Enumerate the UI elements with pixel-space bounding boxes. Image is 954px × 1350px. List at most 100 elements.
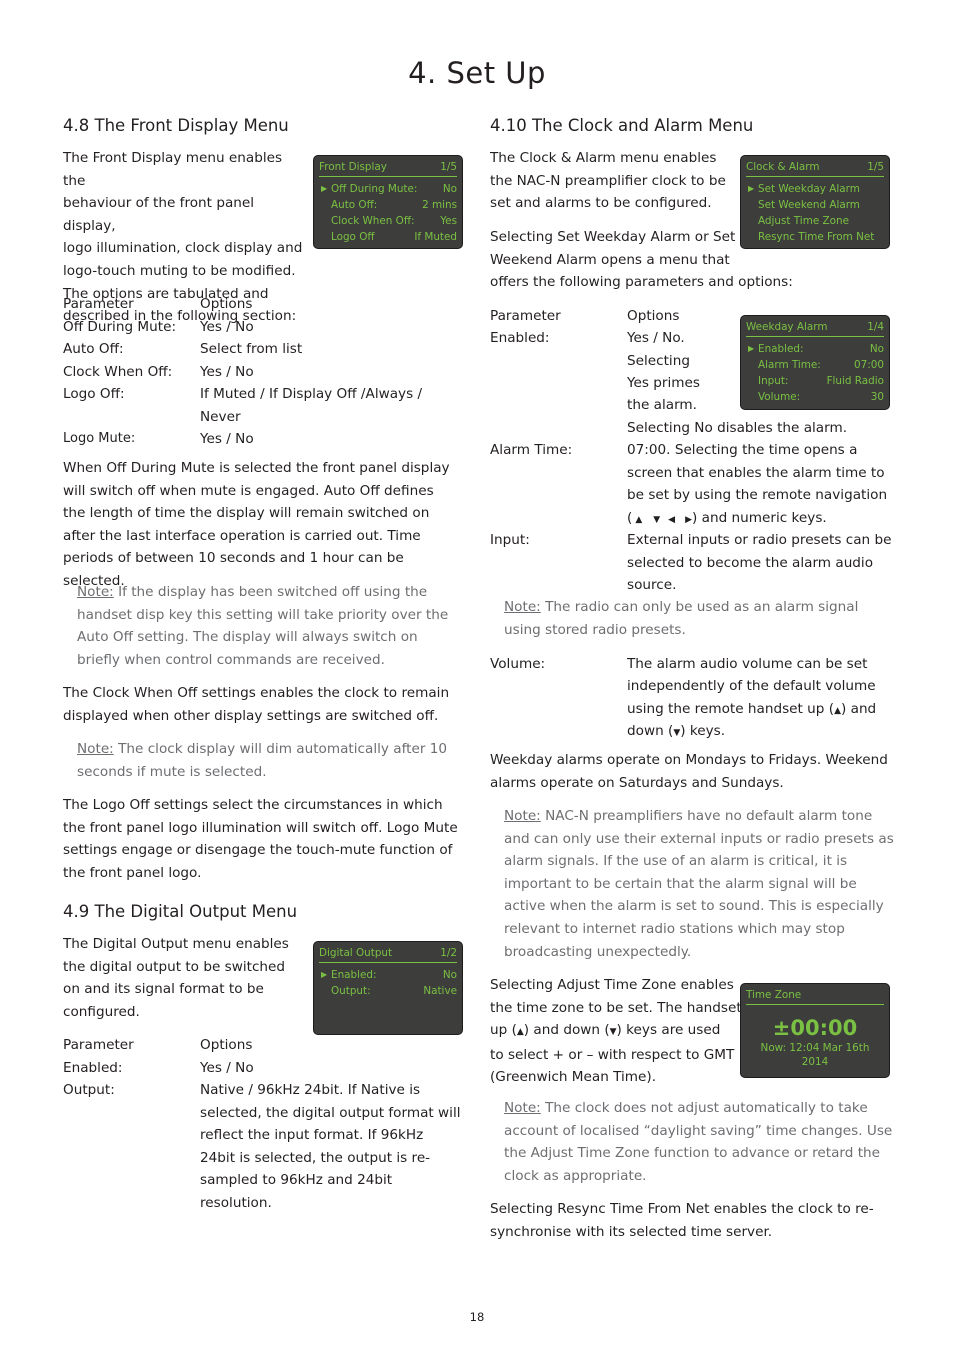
tz-line: up (▲) and down (▼) keys are used [490, 1019, 740, 1044]
lcd-page: 1/2 [440, 947, 457, 959]
lcd-item-value: No [869, 343, 884, 355]
note-label: Note: [504, 1100, 541, 1116]
intro-line: The Clock & Alarm menu enables [490, 150, 717, 166]
param-options: the alarm. [627, 397, 697, 413]
param-name: Enabled: [490, 330, 550, 346]
pointer-icon: ▶ [321, 184, 328, 193]
table-header-options: Options [200, 296, 253, 312]
clock-alarm-lcd: Clock & Alarm 1/5 ▶ Set Weekday Alarm Set … [740, 155, 890, 249]
param-options: Yes / No [200, 364, 254, 380]
param-options: 07:00. Selecting the time opens a [627, 442, 858, 458]
logo-off-paragraph: The Logo Off settings select the circums… [63, 797, 458, 881]
param-name: Logo Mute: [63, 431, 136, 446]
param-options: using the remote handset up (▲) and [627, 698, 876, 723]
param-options: down (▼) keys. [627, 720, 725, 745]
param-options: Native / 96kHz 24bit. If Native is selec… [200, 1082, 461, 1211]
note-label: Note: [504, 599, 541, 615]
pointer-icon: ▶ [748, 184, 755, 193]
param-name: Output: [63, 1082, 115, 1098]
param-options: Selecting No disables the alarm. [627, 420, 848, 436]
note-daylight-saving: Note: The clock does not adjust automati… [504, 1097, 894, 1187]
param-options: The alarm audio volume can be set [627, 656, 868, 672]
lcd-title: Front Display [319, 161, 387, 173]
param-options: screen that enables the alarm time to [627, 465, 885, 481]
note-display-priority: Note: If the display has been switched o… [77, 581, 462, 671]
volume-text: ) and [840, 701, 877, 717]
pointer-icon: ▶ [748, 344, 755, 353]
lcd-item-label: Volume: [758, 391, 801, 403]
up-key-icon: ▲ [516, 1027, 524, 1038]
intro-line: The Front Display menu enables the [63, 150, 283, 189]
note-clock-dim: Note: The clock display will dim automat… [77, 738, 462, 783]
intro-line: offers the following parameters and opti… [490, 274, 793, 291]
lcd-item: Resync Time From Net [746, 229, 884, 245]
volume-text: down ( [627, 723, 674, 739]
intro-line: the digital output to be switched [63, 958, 286, 975]
param-options: Yes primes [627, 375, 700, 391]
lcd-item-value: Fluid Radio [826, 375, 884, 387]
table-header-param: Parameter [63, 1037, 134, 1053]
table-header-param: Parameter [63, 296, 134, 312]
table-header-param: Parameter [490, 308, 561, 324]
param-name: Auto Off: [63, 341, 124, 357]
clock-when-off-paragraph: The Clock When Off settings enables the … [63, 685, 450, 724]
param-name: Volume: [490, 656, 546, 672]
page-title: 4. Set Up [408, 56, 546, 90]
lcd-item: ▶ Enabled: No [319, 967, 457, 983]
tz-now: Now: 12:04 Mar 16th 2014 [760, 1042, 870, 1068]
param-name: Enabled: [63, 1060, 123, 1076]
param-options: If Muted / If Display Off /Always / [200, 386, 423, 402]
lcd-item-label: Alarm Time: [758, 359, 821, 371]
note-text: The radio can only be used as an alarm s… [504, 599, 859, 638]
param-options: Select from list [200, 341, 303, 357]
lcd-title: Digital Output [319, 947, 393, 959]
param-name: Alarm Time: [490, 442, 573, 458]
up-key-icon: ▲ [834, 706, 841, 716]
param-name: Logo Off: [63, 386, 125, 402]
lcd-item-label: Enabled: [331, 969, 377, 981]
section-heading-4-10: 4.10 The Clock and Alarm Menu [490, 116, 754, 135]
param-name: Off During Mute: [63, 319, 177, 335]
down-key-icon: ▼ [609, 1027, 617, 1038]
param-options: Yes / No [200, 431, 254, 447]
lcd-item: ▶ Off During Mute: No [319, 181, 457, 197]
lcd-item-label: Resync Time From Net [758, 231, 875, 243]
off-during-mute-paragraph: When Off During Mute is selected the fro… [63, 460, 450, 589]
note-label: Note: [77, 741, 114, 757]
tz-offset: ±00:00 [772, 1016, 858, 1040]
note-label: Note: [504, 808, 541, 824]
note-label: Note: [77, 584, 114, 600]
lcd-item: Set Weekend Alarm [746, 197, 884, 213]
lcd-title: Weekday Alarm [746, 321, 828, 333]
lcd-item-value: 07:00 [854, 359, 884, 371]
intro-line: set and alarms to be configured. [490, 195, 712, 212]
lcd-item-value: Native [423, 985, 457, 997]
lcd-item-value: 2 mins [422, 199, 457, 211]
param-name: Input: [490, 532, 530, 548]
time-zone-paragraph: Selecting Adjust Time Zone enables the t… [490, 974, 742, 1089]
lcd-item: Logo Off If Muted [319, 229, 457, 245]
lcd-item-value: Yes [440, 215, 457, 227]
lcd-item: ▶ Set Weekday Alarm [746, 181, 884, 197]
lcd-item-label: Output: [331, 985, 371, 997]
intro-line: configured. [63, 1003, 140, 1020]
lcd-item: Output: Native [319, 983, 457, 999]
up-key-icon: ▲ [635, 515, 643, 525]
table-header-options: Options [627, 308, 680, 324]
volume-text: ) keys. [680, 723, 726, 739]
front-display-lcd: Front Display 1/5 ▶ Off During Mute: No Aut… [313, 155, 463, 249]
param-options: be set by using the remote navigation [627, 487, 888, 503]
lcd-item: Clock When Off: Yes [319, 213, 457, 229]
param-options: selected to become the alarm audio [627, 555, 874, 571]
section-heading-4-9: 4.9 The Digital Output Menu [63, 902, 298, 921]
tz-text: up ( [490, 1022, 517, 1039]
lcd-item-label: Clock When Off: [331, 215, 415, 227]
param-options-cont: Never [200, 409, 241, 425]
lcd-item-value: No [442, 183, 457, 195]
down-key-icon: ▼ [653, 515, 661, 525]
digital-output-intro: The Digital Output menu enables the digi… [63, 933, 303, 1023]
tz-line: to select + or – with respect to GMT [490, 1046, 735, 1063]
left-key-icon: ◀ [668, 515, 676, 525]
param-options: Yes / No. [627, 330, 685, 346]
lcd-item-label: Set Weekend Alarm [758, 199, 860, 211]
